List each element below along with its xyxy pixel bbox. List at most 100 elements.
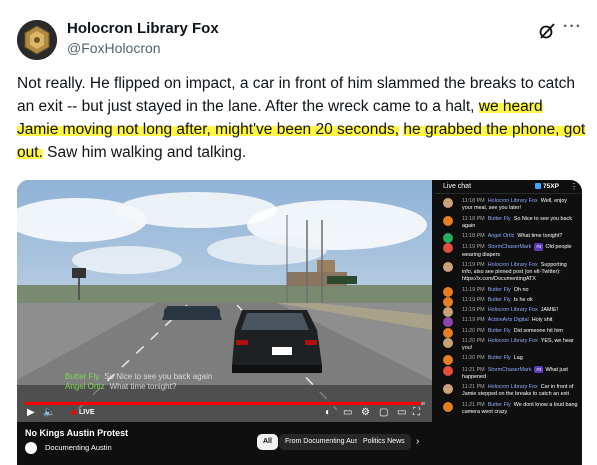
play-icon[interactable]: ▶ xyxy=(27,407,35,419)
miniplayer-icon[interactable]: ▢ xyxy=(379,407,388,419)
chat-timestamp: 11:18 PM xyxy=(462,198,485,204)
chat-text: What time tonight? xyxy=(517,233,563,239)
live-label: LIVE xyxy=(79,409,95,416)
holocron-avatar-image xyxy=(17,20,57,60)
chat-message[interactable]: 11:21 PM Holocron Library Fox Car in front… xyxy=(435,384,582,398)
chat-avatar[interactable] xyxy=(443,198,453,208)
chat-message[interactable]: 11:18 PM Angel Ortiz What time tonight? xyxy=(435,233,582,243)
chat-avatar[interactable] xyxy=(443,261,453,272)
channel-name[interactable]: Documenting Austin xyxy=(45,443,112,452)
chip-politics-news[interactable]: Politics News xyxy=(357,434,411,450)
overlay-chat-message: What time tonight? xyxy=(109,382,177,391)
chat-message[interactable]: 11:19 PM Butter Fly Is he ok xyxy=(435,296,582,307)
chat-message[interactable]: 11:18 PM Holocron Library Fox Well, enjoy … xyxy=(435,198,582,212)
volume-icon[interactable]: 🔈 xyxy=(43,407,55,419)
chat-message[interactable]: 11:20 PM Butter Fly Did someone hit him xyxy=(435,327,582,338)
theater-mode-icon[interactable]: ▭ xyxy=(397,407,406,419)
chat-message-list[interactable]: 11:18 PM Holocron Library Fox Well, enjoy … xyxy=(435,198,582,419)
chat-message[interactable]: 11:19 PM ActionArts Digital Holy shit xyxy=(435,317,582,328)
live-chat-title[interactable]: Live chat xyxy=(443,183,471,190)
live-indicator[interactable]: LIVE xyxy=(71,409,95,416)
channel-avatar[interactable] xyxy=(25,442,37,454)
captions-icon[interactable]: ▭ xyxy=(343,407,352,419)
chat-more-icon[interactable]: ⋮ xyxy=(570,182,578,191)
chat-message[interactable]: 11:19 PM Holocron Library Fox JAMIE! xyxy=(435,307,582,318)
video-title[interactable]: No Kings Austin Protest xyxy=(25,428,128,438)
chat-avatar[interactable] xyxy=(443,337,453,348)
chat-avatar[interactable] xyxy=(443,384,453,395)
live-chat-header: Live chat 75XP ⋮ xyxy=(435,180,582,194)
chat-avatar[interactable] xyxy=(443,401,453,412)
chat-text: Oh no xyxy=(513,286,529,293)
member-badge: #3 xyxy=(534,243,544,251)
overlay-chat-line: Butter Fly So Nice to see you back again xyxy=(65,372,212,382)
chat-message[interactable]: 11:20 PM Butter Fly Lag xyxy=(435,355,582,366)
chat-author[interactable]: Butter Fly xyxy=(488,216,511,222)
chat-avatar[interactable] xyxy=(443,215,453,226)
chat-author[interactable]: Holocron Library Fox xyxy=(488,384,538,390)
chat-message[interactable]: 11:20 PM Holocron Library Fox YES, we hear… xyxy=(435,337,582,352)
chat-message[interactable]: 11:19 PM StormChaserMark #3 Old people wear… xyxy=(435,243,582,258)
video-player[interactable]: Butter Fly So Nice to see you back again … xyxy=(17,180,432,422)
attached-media[interactable]: Butter Fly So Nice to see you back again … xyxy=(17,180,582,465)
more-options-icon[interactable]: ··· xyxy=(563,18,582,36)
overlay-chat-line: Angel Ortiz What time tonight? xyxy=(65,382,212,392)
live-dot-icon xyxy=(71,409,76,415)
chat-author[interactable]: Butter Fly xyxy=(488,355,511,361)
progress-bar[interactable] xyxy=(25,402,425,405)
author-avatar[interactable] xyxy=(17,20,57,60)
chat-timestamp: 11:19 PM xyxy=(462,317,485,324)
chat-author[interactable]: Holocron Library Fox xyxy=(488,198,538,204)
chevron-right-icon[interactable]: › xyxy=(416,436,419,447)
chat-avatar[interactable] xyxy=(443,355,453,366)
chat-avatar[interactable] xyxy=(443,243,453,254)
chat-author[interactable]: Holocron Library Fox xyxy=(488,262,538,268)
author-display-name[interactable]: Holocron Library Fox xyxy=(67,20,219,37)
grok-icon[interactable] xyxy=(538,22,556,40)
live-chat-panel: Live chat 75XP ⋮ 11:18 PM Holocron Librar… xyxy=(435,180,582,465)
chat-timestamp: 11:19 PM xyxy=(462,286,485,293)
chat-author[interactable]: Butter Fly xyxy=(488,287,511,293)
chat-avatar[interactable] xyxy=(443,365,453,376)
chat-timestamp: 11:21 PM xyxy=(462,384,485,391)
chat-avatar[interactable] xyxy=(443,307,453,318)
chat-avatar[interactable] xyxy=(443,327,453,338)
chat-avatar[interactable] xyxy=(443,286,453,297)
member-badge: #3 xyxy=(534,365,544,373)
chat-timestamp: 11:20 PM xyxy=(462,355,485,362)
chat-timestamp: 11:19 PM xyxy=(462,244,485,251)
chat-timestamp: 11:20 PM xyxy=(462,327,485,334)
chip-all[interactable]: All xyxy=(257,434,278,450)
chat-author[interactable]: Holocron Library Fox xyxy=(488,307,538,313)
chat-text: JAMIE! xyxy=(540,307,559,314)
chat-author[interactable]: Butter Fly xyxy=(488,328,511,334)
chat-avatar[interactable] xyxy=(443,317,453,328)
chat-author[interactable]: Holocron Library Fox xyxy=(488,338,538,344)
chat-message[interactable]: 11:21 PM StormChaserMark #3 What just happe… xyxy=(435,365,582,381)
chat-author[interactable]: Angel Ortiz xyxy=(488,233,515,239)
chat-author[interactable]: ActionArts Digital xyxy=(488,317,529,323)
overlay-chat-message: So Nice to see you back again xyxy=(104,372,213,381)
chat-author[interactable]: StormChaserMark xyxy=(488,367,532,373)
fullscreen-icon[interactable]: ⛶ xyxy=(413,407,420,419)
chat-author[interactable]: Butter Fly xyxy=(488,402,511,408)
chat-timestamp: 11:18 PM xyxy=(462,233,485,239)
chat-message[interactable]: 11:19 PM Butter Fly Oh no xyxy=(435,286,582,297)
chat-message[interactable]: 11:21 PM Butter Fly We dont know a loud ba… xyxy=(435,401,582,416)
author-handle[interactable]: @FoxHolocron xyxy=(67,40,161,56)
autoplay-toggle[interactable]: ◐ xyxy=(325,407,331,419)
chat-text: Holy shit xyxy=(531,317,553,324)
progress-bar-fill xyxy=(25,402,421,405)
points-icon xyxy=(535,183,541,190)
settings-icon[interactable]: ⚙ xyxy=(361,407,370,419)
chat-avatar[interactable] xyxy=(443,296,453,307)
chat-message[interactable]: 11:18 PM Butter Fly So Nice to see you bac… xyxy=(435,215,582,230)
video-info-bar: No Kings Austin Protest Documenting Aust… xyxy=(17,422,432,465)
tweet-text-tail: Saw him walking and talking. xyxy=(42,144,247,161)
chat-avatar[interactable] xyxy=(443,233,453,243)
chat-timestamp: 11:20 PM xyxy=(462,337,485,344)
chat-author[interactable]: StormChaserMark xyxy=(488,244,532,250)
chat-author[interactable]: Butter Fly xyxy=(488,297,511,303)
chat-timestamp: 11:21 PM xyxy=(462,401,485,408)
chat-message[interactable]: 11:19 PM Holocron Library Fox Supporting i… xyxy=(435,261,582,284)
